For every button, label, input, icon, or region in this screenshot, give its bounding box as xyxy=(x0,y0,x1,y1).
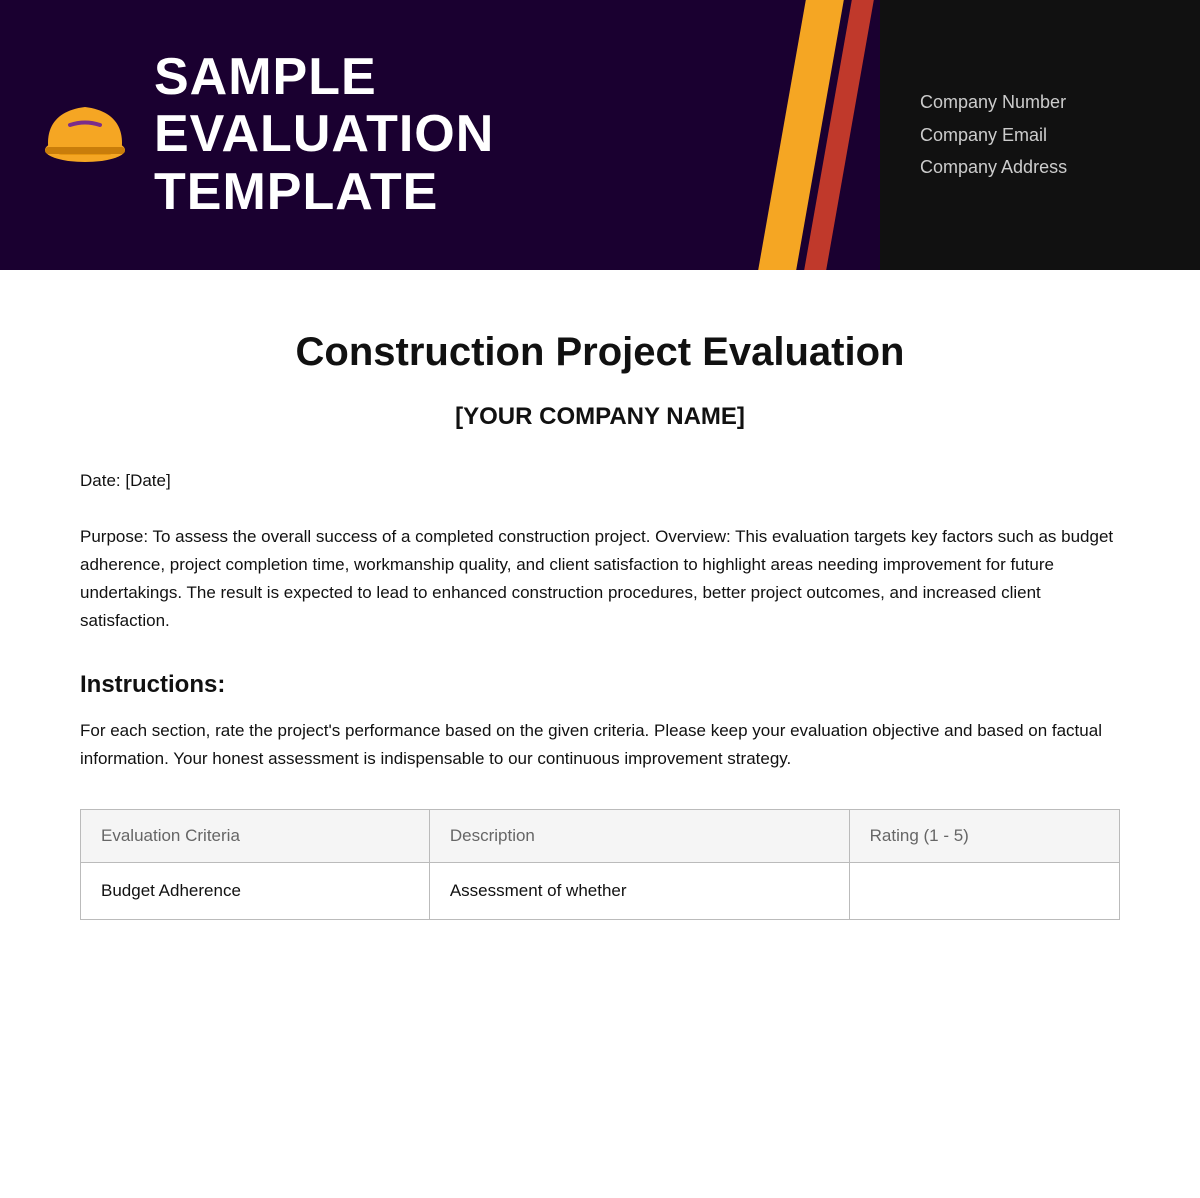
evaluation-table: Evaluation Criteria Description Rating (… xyxy=(80,809,1120,920)
row-criteria: Budget Adherence xyxy=(81,863,430,920)
row-rating xyxy=(849,863,1119,920)
header-title-block: SAMPLE EVALUATION TEMPLATE xyxy=(154,49,494,221)
table-header: Evaluation Criteria Description Rating (… xyxy=(81,810,1120,863)
table-header-row: Evaluation Criteria Description Rating (… xyxy=(81,810,1120,863)
document-date: Date: [Date] xyxy=(80,471,1120,491)
table-row: Budget Adherence Assessment of whether xyxy=(81,863,1120,920)
header-right-panel: Company Number Company Email Company Add… xyxy=(880,0,1200,270)
document-subtitle: [YOUR COMPANY NAME] xyxy=(80,403,1120,431)
company-number-label: Company Number xyxy=(920,86,1160,118)
document-title: Construction Project Evaluation xyxy=(80,330,1120,375)
col-header-rating: Rating (1 - 5) xyxy=(849,810,1119,863)
header-title: SAMPLE EVALUATION TEMPLATE xyxy=(154,49,494,221)
instructions-text: For each section, rate the project's per… xyxy=(80,717,1120,773)
table-body: Budget Adherence Assessment of whether xyxy=(81,863,1120,920)
col-header-description: Description xyxy=(429,810,849,863)
header-left: SAMPLE EVALUATION TEMPLATE xyxy=(0,0,534,270)
main-content: Construction Project Evaluation [YOUR CO… xyxy=(0,270,1200,960)
document-purpose-overview: Purpose: To assess the overall success o… xyxy=(80,523,1120,635)
row-description: Assessment of whether xyxy=(429,863,849,920)
company-address-label: Company Address xyxy=(920,151,1160,183)
page-header: SAMPLE EVALUATION TEMPLATE Company Numbe… xyxy=(0,0,1200,270)
instructions-heading: Instructions: xyxy=(80,671,1120,699)
hard-hat-icon xyxy=(40,95,130,175)
company-email-label: Company Email xyxy=(920,119,1160,151)
header-accent-stripes xyxy=(740,0,860,270)
col-header-criteria: Evaluation Criteria xyxy=(81,810,430,863)
